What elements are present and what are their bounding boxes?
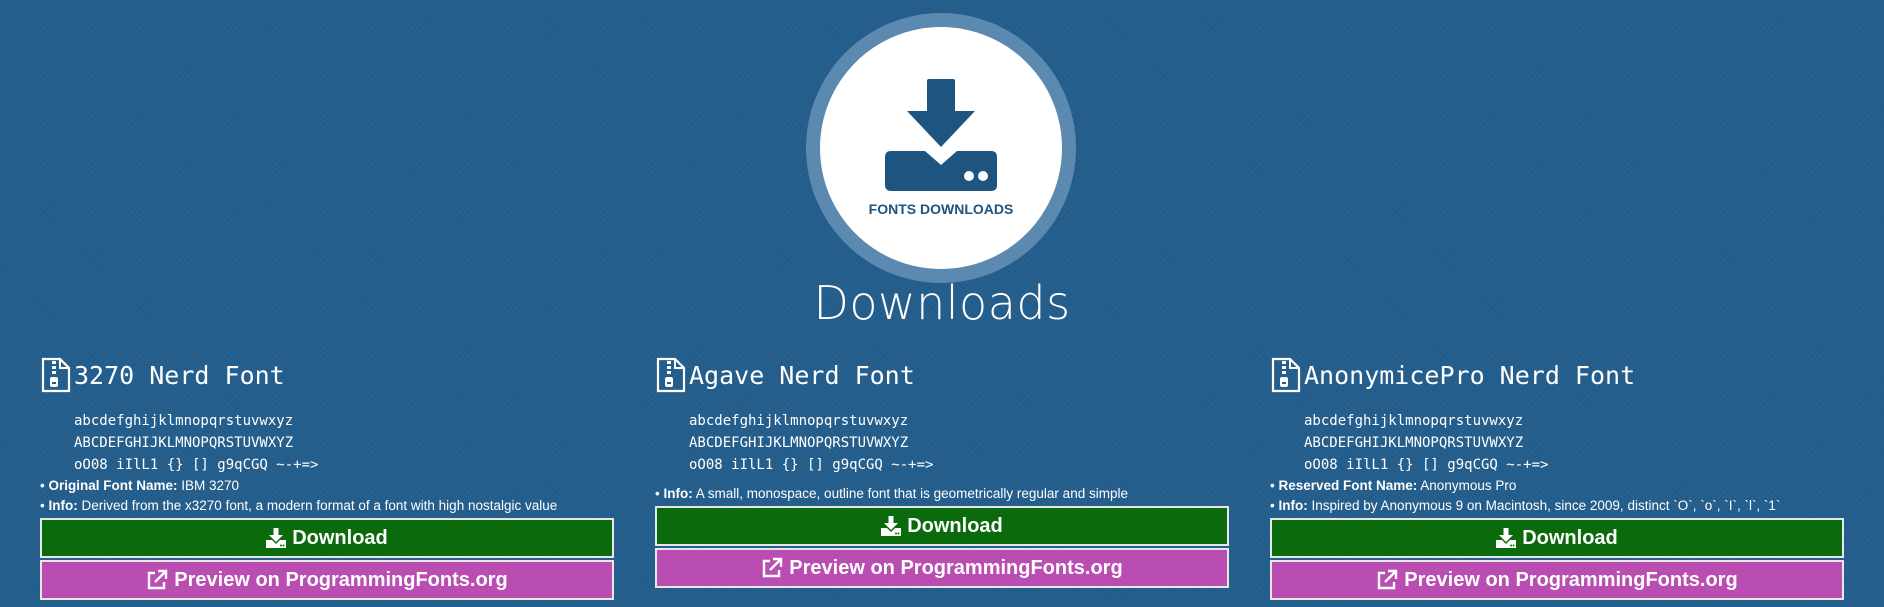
- info-line: • Info: Derived from the x3270 font, a m…: [40, 498, 558, 513]
- sample-line: ABCDEFGHIJKLMNOPQRSTUVWXYZ: [1304, 435, 1524, 451]
- download-label: Download: [1522, 526, 1618, 549]
- info-value: Derived from the x3270 font, a modern fo…: [81, 498, 558, 513]
- preview-button[interactable]: Preview on ProgrammingFonts.org: [1270, 560, 1844, 600]
- download-label: Download: [907, 514, 1003, 537]
- download-label: Download: [292, 526, 388, 549]
- preview-button[interactable]: Preview on ProgrammingFonts.org: [40, 560, 614, 600]
- font-name: Agave Nerd Font: [689, 360, 915, 390]
- preview-button[interactable]: Preview on ProgrammingFonts.org: [655, 548, 1229, 588]
- font-card-agave: Agave Nerd Font abcdefghijklmnopqrstuvwx…: [655, 356, 1229, 588]
- preview-label: Preview on ProgrammingFonts.org: [174, 568, 508, 591]
- info-line: • Reserved Font Name: Anonymous Pro: [1270, 478, 1517, 493]
- font-name: 3270 Nerd Font: [74, 360, 285, 390]
- info-line: • Info: A small, monospace, outline font…: [655, 486, 1128, 501]
- info-value: Anonymous Pro: [1420, 478, 1517, 493]
- font-sample: abcdefghijklmnopqrstuvwxyz ABCDEFGHIJKLMN…: [1304, 410, 1844, 476]
- sample-line: abcdefghijklmnopqrstuvwxyz: [689, 413, 909, 429]
- sample-line: ABCDEFGHIJKLMNOPQRSTUVWXYZ: [74, 435, 294, 451]
- logo-circle: FONTS DOWNLOADS: [820, 27, 1062, 269]
- download-icon: [266, 528, 287, 548]
- file-zip-icon: [655, 357, 687, 393]
- page-title: Downloads: [813, 276, 1071, 330]
- font-name: AnonymicePro Nerd Font: [1304, 360, 1636, 390]
- info-label: Info:: [663, 486, 693, 501]
- font-card-3270: 3270 Nerd Font abcdefghijklmnopqrstuvwxy…: [40, 356, 614, 600]
- info-value: Inspired by Anonymous 9 on Macintosh, si…: [1311, 498, 1781, 513]
- external-link-icon: [148, 569, 168, 590]
- sample-line: abcdefghijklmnopqrstuvwxyz: [1304, 413, 1524, 429]
- sample-line: oO08 iIlL1 {} [] g9qCGQ ~-+=>: [74, 457, 319, 473]
- download-icon: [1496, 528, 1517, 548]
- preview-label: Preview on ProgrammingFonts.org: [789, 556, 1123, 579]
- download-button[interactable]: Download: [1270, 518, 1844, 558]
- download-icon: [881, 516, 902, 536]
- download-button[interactable]: Download: [40, 518, 614, 558]
- sample-line: oO08 iIlL1 {} [] g9qCGQ ~-+=>: [689, 457, 934, 473]
- sample-line: oO08 iIlL1 {} [] g9qCGQ ~-+=>: [1304, 457, 1549, 473]
- info-line: • Original Font Name: IBM 3270: [40, 478, 240, 493]
- info-value: IBM 3270: [181, 478, 240, 493]
- info-label: Reserved Font Name:: [1278, 478, 1418, 493]
- external-link-icon: [1378, 569, 1398, 590]
- download-tray-icon: [881, 79, 1001, 191]
- font-sample: abcdefghijklmnopqrstuvwxyz ABCDEFGHIJKLMN…: [689, 410, 1229, 476]
- font-card-anonymicepro: AnonymicePro Nerd Font abcdefghijklmnopq…: [1270, 356, 1844, 600]
- info-value: A small, monospace, outline font that is…: [695, 486, 1128, 501]
- file-zip-icon: [40, 357, 72, 393]
- sample-line: abcdefghijklmnopqrstuvwxyz: [74, 413, 294, 429]
- font-card-header: Agave Nerd Font: [655, 356, 1229, 394]
- preview-label: Preview on ProgrammingFonts.org: [1404, 568, 1738, 591]
- file-zip-icon: [1270, 357, 1302, 393]
- font-card-header: AnonymicePro Nerd Font: [1270, 356, 1844, 394]
- external-link-icon: [763, 557, 783, 578]
- info-label: Info:: [48, 498, 78, 513]
- info-label: Original Font Name:: [48, 478, 178, 493]
- info-line: • Info: Inspired by Anonymous 9 on Macin…: [1270, 498, 1781, 513]
- info-label: Info:: [1278, 498, 1308, 513]
- font-card-header: 3270 Nerd Font: [40, 356, 614, 394]
- logo-label: FONTS DOWNLOADS: [868, 201, 1014, 217]
- font-sample: abcdefghijklmnopqrstuvwxyz ABCDEFGHIJKLMN…: [74, 410, 614, 476]
- sample-line: ABCDEFGHIJKLMNOPQRSTUVWXYZ: [689, 435, 909, 451]
- download-button[interactable]: Download: [655, 506, 1229, 546]
- fonts-downloads-logo: FONTS DOWNLOADS: [806, 13, 1076, 283]
